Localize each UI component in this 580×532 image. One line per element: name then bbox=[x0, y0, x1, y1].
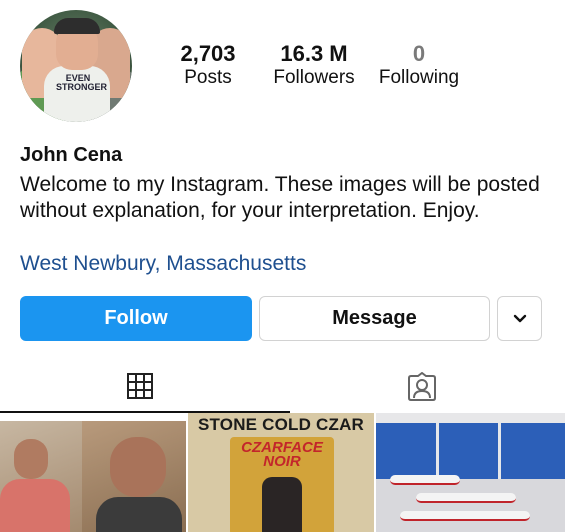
chevron-down-icon bbox=[513, 314, 526, 322]
hangar-divider bbox=[436, 423, 439, 479]
followers-label: Followers bbox=[273, 67, 355, 88]
tab-posts-grid[interactable] bbox=[126, 372, 154, 400]
following-stat[interactable]: 0 Following bbox=[372, 42, 466, 90]
jet-shape bbox=[390, 475, 460, 485]
following-label: Following bbox=[378, 67, 460, 88]
post-logo-text: CZARFACE NOIR bbox=[241, 439, 323, 470]
tagged-person-icon bbox=[408, 371, 436, 401]
avatar-shirt-text: EVEN STRONGER bbox=[56, 73, 108, 92]
follow-button[interactable]: Follow bbox=[20, 296, 252, 341]
posts-stat[interactable]: 2,703 Posts bbox=[172, 42, 244, 90]
profile-avatar[interactable]: EVEN STRONGER bbox=[20, 10, 132, 122]
avatar-cap bbox=[54, 18, 100, 34]
tab-tagged[interactable] bbox=[406, 371, 438, 402]
profile-location-link[interactable]: West Newbury, Massachusetts bbox=[20, 251, 306, 277]
posts-count: 2,703 bbox=[180, 41, 236, 66]
person-shape bbox=[0, 479, 70, 532]
post-thumbnail[interactable] bbox=[376, 413, 565, 532]
message-button[interactable]: Message bbox=[259, 296, 490, 341]
profile-name: John Cena bbox=[20, 144, 123, 166]
jet-shape bbox=[416, 493, 516, 503]
profile-tabs bbox=[0, 362, 580, 413]
hangar-divider bbox=[498, 423, 501, 479]
post-thumbnail[interactable] bbox=[0, 413, 186, 532]
following-count: 0 bbox=[412, 41, 426, 66]
action-figure bbox=[262, 477, 302, 532]
posts-label: Posts bbox=[184, 67, 232, 88]
posts-grid: STONE COLD CZAR NOIR CZARFACENOIR bbox=[0, 413, 565, 532]
followers-count: 16.3 M bbox=[280, 41, 348, 66]
jet-shape bbox=[400, 511, 530, 521]
profile-bio: Welcome to my Instagram. These images wi… bbox=[20, 173, 540, 222]
post-caption-strip bbox=[0, 413, 186, 421]
suggested-accounts-button[interactable] bbox=[497, 296, 542, 341]
hangar-floor bbox=[376, 479, 565, 532]
grid-icon bbox=[127, 373, 153, 399]
followers-stat[interactable]: 16.3 M Followers bbox=[266, 42, 362, 90]
person-shape bbox=[110, 437, 166, 497]
person-shape bbox=[96, 497, 182, 532]
post-thumbnail[interactable]: STONE COLD CZAR NOIR CZARFACENOIR bbox=[188, 413, 374, 532]
hangar-wall bbox=[376, 423, 565, 479]
person-shape bbox=[14, 439, 48, 479]
